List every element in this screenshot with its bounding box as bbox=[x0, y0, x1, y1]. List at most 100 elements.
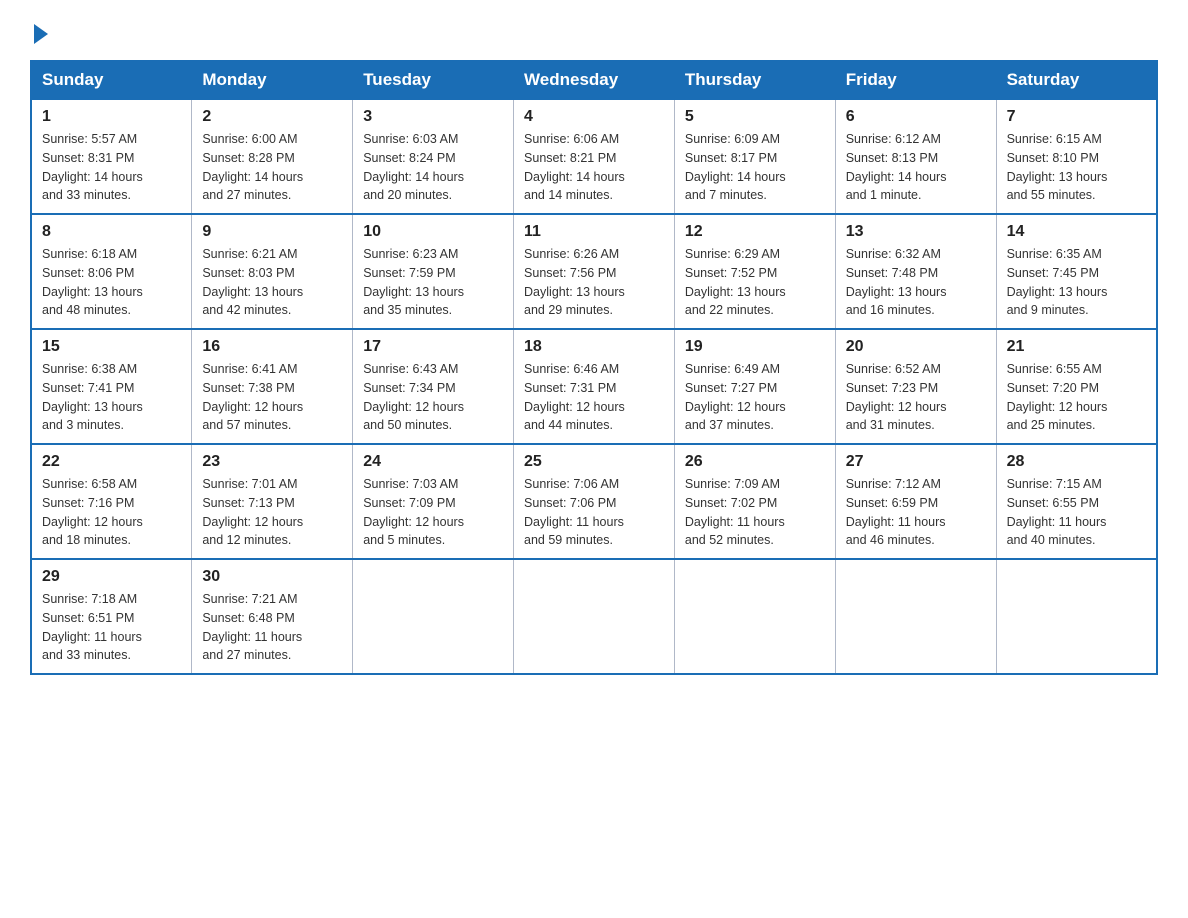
calendar-cell: 29Sunrise: 7:18 AMSunset: 6:51 PMDayligh… bbox=[31, 559, 192, 674]
day-info: Sunrise: 6:00 AMSunset: 8:28 PMDaylight:… bbox=[202, 130, 342, 205]
day-info: Sunrise: 6:12 AMSunset: 8:13 PMDaylight:… bbox=[846, 130, 986, 205]
logo-arrow-icon bbox=[34, 24, 48, 44]
weekday-header-thursday: Thursday bbox=[674, 61, 835, 99]
weekday-header-wednesday: Wednesday bbox=[514, 61, 675, 99]
weekday-header-saturday: Saturday bbox=[996, 61, 1157, 99]
day-number: 26 bbox=[685, 453, 825, 471]
calendar-cell: 8Sunrise: 6:18 AMSunset: 8:06 PMDaylight… bbox=[31, 214, 192, 329]
calendar-cell: 27 Sunrise: 7:12 AMSunset: 6:59 PMDayligh… bbox=[835, 444, 996, 559]
calendar-cell bbox=[514, 559, 675, 674]
calendar-cell: 28 Sunrise: 7:15 AMSunset: 6:55 PMDayligh… bbox=[996, 444, 1157, 559]
calendar-cell: 25 Sunrise: 7:06 AMSunset: 7:06 PMDayligh… bbox=[514, 444, 675, 559]
day-info: Sunrise: 7:21 AMSunset: 6:48 PMDaylight:… bbox=[202, 590, 342, 665]
day-info: Sunrise: 6:03 AMSunset: 8:24 PMDaylight:… bbox=[363, 130, 503, 205]
day-number: 7 bbox=[1007, 108, 1146, 126]
day-number: 4 bbox=[524, 108, 664, 126]
calendar-cell: 10 Sunrise: 6:23 AMSunset: 7:59 PMDayligh… bbox=[353, 214, 514, 329]
calendar-cell: 4 Sunrise: 6:06 AMSunset: 8:21 PMDaylight… bbox=[514, 99, 675, 214]
day-info: Sunrise: 7:09 AMSunset: 7:02 PMDaylight:… bbox=[685, 475, 825, 550]
day-info: Sunrise: 6:38 AMSunset: 7:41 PMDaylight:… bbox=[42, 360, 181, 435]
calendar-body: 1 Sunrise: 5:57 AMSunset: 8:31 PMDaylight… bbox=[31, 99, 1157, 674]
day-number: 2 bbox=[202, 108, 342, 126]
calendar-cell: 16Sunrise: 6:41 AMSunset: 7:38 PMDayligh… bbox=[192, 329, 353, 444]
calendar-cell bbox=[353, 559, 514, 674]
day-info: Sunrise: 6:23 AMSunset: 7:59 PMDaylight:… bbox=[363, 245, 503, 320]
day-info: Sunrise: 7:18 AMSunset: 6:51 PMDaylight:… bbox=[42, 590, 181, 665]
weekday-header-friday: Friday bbox=[835, 61, 996, 99]
calendar-cell: 14 Sunrise: 6:35 AMSunset: 7:45 PMDayligh… bbox=[996, 214, 1157, 329]
weekday-header-tuesday: Tuesday bbox=[353, 61, 514, 99]
day-number: 15 bbox=[42, 338, 181, 356]
calendar-cell bbox=[674, 559, 835, 674]
day-info: Sunrise: 6:29 AMSunset: 7:52 PMDaylight:… bbox=[685, 245, 825, 320]
header bbox=[30, 20, 1158, 44]
calendar-cell: 1 Sunrise: 5:57 AMSunset: 8:31 PMDaylight… bbox=[31, 99, 192, 214]
calendar-cell: 26 Sunrise: 7:09 AMSunset: 7:02 PMDayligh… bbox=[674, 444, 835, 559]
day-number: 8 bbox=[42, 223, 181, 241]
day-info: Sunrise: 6:09 AMSunset: 8:17 PMDaylight:… bbox=[685, 130, 825, 205]
calendar-cell: 12Sunrise: 6:29 AMSunset: 7:52 PMDayligh… bbox=[674, 214, 835, 329]
day-number: 21 bbox=[1007, 338, 1146, 356]
day-info: Sunrise: 6:58 AMSunset: 7:16 PMDaylight:… bbox=[42, 475, 181, 550]
day-info: Sunrise: 5:57 AMSunset: 8:31 PMDaylight:… bbox=[42, 130, 181, 205]
day-number: 18 bbox=[524, 338, 664, 356]
day-number: 9 bbox=[202, 223, 342, 241]
day-info: Sunrise: 6:49 AMSunset: 7:27 PMDaylight:… bbox=[685, 360, 825, 435]
calendar-header: SundayMondayTuesdayWednesdayThursdayFrid… bbox=[31, 61, 1157, 99]
day-info: Sunrise: 7:12 AMSunset: 6:59 PMDaylight:… bbox=[846, 475, 986, 550]
calendar-cell: 24 Sunrise: 7:03 AMSunset: 7:09 PMDayligh… bbox=[353, 444, 514, 559]
day-info: Sunrise: 6:41 AMSunset: 7:38 PMDaylight:… bbox=[202, 360, 342, 435]
day-info: Sunrise: 6:06 AMSunset: 8:21 PMDaylight:… bbox=[524, 130, 664, 205]
day-info: Sunrise: 6:21 AMSunset: 8:03 PMDaylight:… bbox=[202, 245, 342, 320]
day-info: Sunrise: 6:43 AMSunset: 7:34 PMDaylight:… bbox=[363, 360, 503, 435]
day-info: Sunrise: 6:52 AMSunset: 7:23 PMDaylight:… bbox=[846, 360, 986, 435]
day-number: 11 bbox=[524, 223, 664, 241]
calendar-cell: 22Sunrise: 6:58 AMSunset: 7:16 PMDayligh… bbox=[31, 444, 192, 559]
weekday-header-sunday: Sunday bbox=[31, 61, 192, 99]
header-row: SundayMondayTuesdayWednesdayThursdayFrid… bbox=[31, 61, 1157, 99]
day-number: 10 bbox=[363, 223, 503, 241]
day-number: 30 bbox=[202, 568, 342, 586]
calendar-cell: 9 Sunrise: 6:21 AMSunset: 8:03 PMDaylight… bbox=[192, 214, 353, 329]
day-number: 28 bbox=[1007, 453, 1146, 471]
calendar-cell: 21 Sunrise: 6:55 AMSunset: 7:20 PMDayligh… bbox=[996, 329, 1157, 444]
day-number: 19 bbox=[685, 338, 825, 356]
day-info: Sunrise: 6:26 AMSunset: 7:56 PMDaylight:… bbox=[524, 245, 664, 320]
day-info: Sunrise: 7:15 AMSunset: 6:55 PMDaylight:… bbox=[1007, 475, 1146, 550]
calendar-cell bbox=[835, 559, 996, 674]
calendar-cell: 15 Sunrise: 6:38 AMSunset: 7:41 PMDayligh… bbox=[31, 329, 192, 444]
calendar-cell: 6 Sunrise: 6:12 AMSunset: 8:13 PMDaylight… bbox=[835, 99, 996, 214]
calendar-week-2: 8Sunrise: 6:18 AMSunset: 8:06 PMDaylight… bbox=[31, 214, 1157, 329]
day-number: 3 bbox=[363, 108, 503, 126]
day-number: 23 bbox=[202, 453, 342, 471]
day-info: Sunrise: 6:55 AMSunset: 7:20 PMDaylight:… bbox=[1007, 360, 1146, 435]
day-info: Sunrise: 7:03 AMSunset: 7:09 PMDaylight:… bbox=[363, 475, 503, 550]
calendar-cell bbox=[996, 559, 1157, 674]
day-info: Sunrise: 6:35 AMSunset: 7:45 PMDaylight:… bbox=[1007, 245, 1146, 320]
day-info: Sunrise: 6:46 AMSunset: 7:31 PMDaylight:… bbox=[524, 360, 664, 435]
day-info: Sunrise: 6:15 AMSunset: 8:10 PMDaylight:… bbox=[1007, 130, 1146, 205]
logo bbox=[30, 20, 48, 44]
calendar-week-4: 22Sunrise: 6:58 AMSunset: 7:16 PMDayligh… bbox=[31, 444, 1157, 559]
calendar-cell: 19 Sunrise: 6:49 AMSunset: 7:27 PMDayligh… bbox=[674, 329, 835, 444]
day-number: 13 bbox=[846, 223, 986, 241]
day-number: 14 bbox=[1007, 223, 1146, 241]
calendar-cell: 23 Sunrise: 7:01 AMSunset: 7:13 PMDayligh… bbox=[192, 444, 353, 559]
day-number: 1 bbox=[42, 108, 181, 126]
calendar-cell: 18 Sunrise: 6:46 AMSunset: 7:31 PMDayligh… bbox=[514, 329, 675, 444]
calendar-week-1: 1 Sunrise: 5:57 AMSunset: 8:31 PMDaylight… bbox=[31, 99, 1157, 214]
calendar-cell: 3 Sunrise: 6:03 AMSunset: 8:24 PMDaylight… bbox=[353, 99, 514, 214]
calendar-cell: 30 Sunrise: 7:21 AMSunset: 6:48 PMDayligh… bbox=[192, 559, 353, 674]
day-number: 25 bbox=[524, 453, 664, 471]
day-number: 6 bbox=[846, 108, 986, 126]
calendar-cell: 13Sunrise: 6:32 AMSunset: 7:48 PMDayligh… bbox=[835, 214, 996, 329]
calendar-cell: 11 Sunrise: 6:26 AMSunset: 7:56 PMDayligh… bbox=[514, 214, 675, 329]
calendar-cell: 17Sunrise: 6:43 AMSunset: 7:34 PMDayligh… bbox=[353, 329, 514, 444]
calendar-table: SundayMondayTuesdayWednesdayThursdayFrid… bbox=[30, 60, 1158, 675]
day-info: Sunrise: 7:01 AMSunset: 7:13 PMDaylight:… bbox=[202, 475, 342, 550]
calendar-cell: 7 Sunrise: 6:15 AMSunset: 8:10 PMDaylight… bbox=[996, 99, 1157, 214]
day-number: 24 bbox=[363, 453, 503, 471]
day-info: Sunrise: 7:06 AMSunset: 7:06 PMDaylight:… bbox=[524, 475, 664, 550]
calendar-week-5: 29Sunrise: 7:18 AMSunset: 6:51 PMDayligh… bbox=[31, 559, 1157, 674]
day-number: 27 bbox=[846, 453, 986, 471]
